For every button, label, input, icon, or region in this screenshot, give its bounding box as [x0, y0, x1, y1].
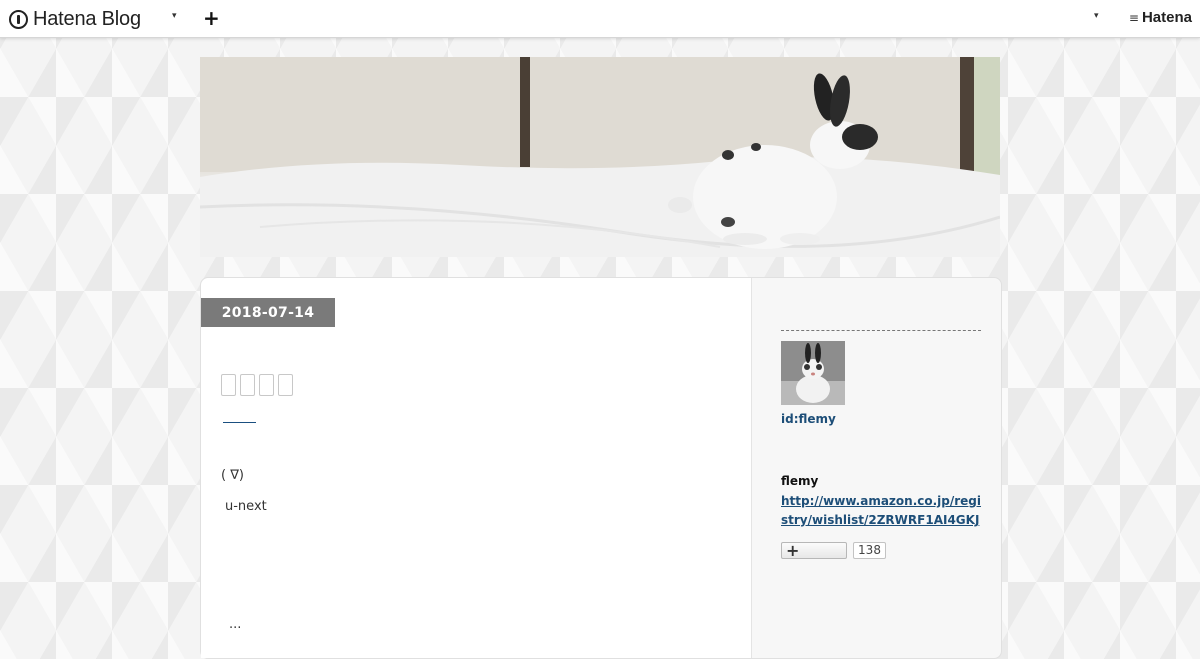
missing-glyph: [221, 374, 236, 396]
hatena-logo[interactable]: ≡ Hatena: [1129, 9, 1192, 26]
hatena-blog-logo[interactable]: Hatena Blog: [9, 7, 141, 31]
hatena-mark-icon: ≡: [1128, 10, 1139, 25]
add-icon[interactable]: +: [203, 6, 220, 30]
avatar[interactable]: [781, 341, 845, 405]
entry-article: 2018-07-14 ( ∇) u-next ...: [201, 278, 752, 658]
content-card: 2018-07-14 ( ∇) u-next ... id:flemy flem…: [200, 277, 1002, 659]
plus-icon: +: [786, 541, 800, 560]
blog-menu-chevron-down-icon[interactable]: ▾: [172, 11, 177, 21]
entry-text-line: u-next: [225, 499, 267, 514]
logo-text: Hatena Blog: [33, 7, 141, 30]
subscriber-count[interactable]: 138: [853, 542, 886, 559]
header-photo-rabbit[interactable]: [200, 57, 1000, 257]
entry-category-link[interactable]: [223, 422, 256, 423]
missing-glyph: [259, 374, 274, 396]
entry-text-line: ( ∇): [221, 468, 244, 483]
hatena-menu-chevron-down-icon[interactable]: ▾: [1094, 11, 1099, 21]
avatar-rabbit-image: [781, 341, 845, 405]
entry-date[interactable]: 2018-07-14: [201, 298, 335, 327]
profile-url-link[interactable]: http://www.amazon.co.jp/registry/wishlis…: [781, 492, 981, 530]
subscribe-button[interactable]: +: [781, 541, 847, 560]
missing-glyph: [278, 374, 293, 396]
header-photo-illustration: [200, 57, 1000, 257]
profile-id-link[interactable]: id:flemy: [781, 412, 836, 426]
global-header: Hatena Blog ▾ + ▾ ≡ Hatena: [0, 0, 1200, 38]
profile-name: flemy: [781, 474, 819, 488]
hatena-logo-text: Hatena: [1141, 9, 1192, 26]
missing-glyph: [240, 374, 255, 396]
hatena-blog-logo-icon: [9, 9, 28, 29]
entry-title[interactable]: [221, 374, 293, 396]
module-divider: [781, 330, 981, 331]
